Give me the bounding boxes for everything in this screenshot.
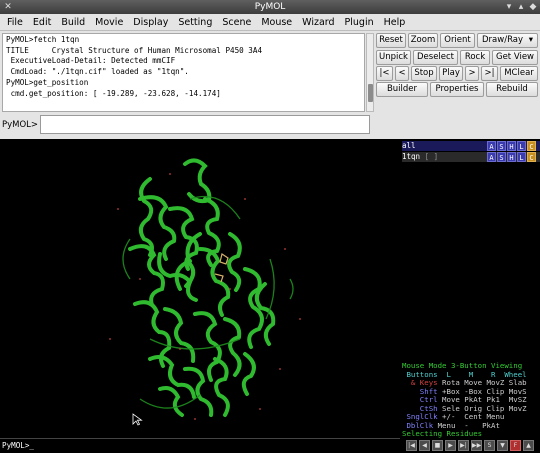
movie-last-icon[interactable]: ▶▶ bbox=[471, 440, 482, 451]
label-button[interactable]: L bbox=[517, 152, 526, 162]
console-line: cmd.get_position: [ -19.289, -23.628, -1… bbox=[6, 88, 221, 98]
rebuild-button[interactable]: Rebuild bbox=[486, 82, 538, 97]
console-line: PyMOL>fetch 1tqn bbox=[6, 35, 80, 44]
menu-mouse[interactable]: Mouse bbox=[256, 17, 297, 28]
molecule-viewer[interactable] bbox=[0, 139, 400, 438]
menu-build[interactable]: Build bbox=[56, 17, 90, 28]
object-panel: all A S H L C 1tqn [ ] A S H L C Mouse M… bbox=[400, 139, 540, 446]
object-state: [ ] bbox=[424, 152, 439, 161]
movie-extra-icon[interactable]: ▲ bbox=[523, 440, 534, 451]
console-scrollbar[interactable] bbox=[366, 33, 374, 112]
builder-button[interactable]: Builder bbox=[376, 82, 428, 97]
object-name: 1tqn bbox=[402, 152, 421, 161]
object-name: all bbox=[402, 141, 416, 150]
movie-stop-icon[interactable]: ■ bbox=[432, 440, 443, 451]
command-prompt-label: PyMOL> bbox=[2, 120, 39, 130]
rock-button[interactable]: Rock bbox=[460, 50, 490, 65]
console-line: CmdLoad: "./1tqn.cif" loaded as "1tqn". bbox=[6, 67, 189, 77]
get-view-button[interactable]: Get View bbox=[492, 50, 538, 65]
upper-panel: PyMOL>fetch 1tqn TITLE Crystal Structure … bbox=[0, 31, 540, 139]
movie-first-icon[interactable]: |◀ bbox=[406, 440, 417, 451]
movie-full-icon[interactable]: ▼ bbox=[497, 440, 508, 451]
object-row-all[interactable]: all A S H L C bbox=[402, 141, 540, 151]
forward-end-button[interactable]: >| bbox=[481, 66, 498, 81]
zoom-button[interactable]: Zoom bbox=[408, 33, 438, 48]
mouse-cursor-icon bbox=[132, 413, 143, 426]
step-forward-button[interactable]: > bbox=[465, 66, 479, 81]
movie-next-icon[interactable]: ▶| bbox=[458, 440, 469, 451]
output-console: PyMOL>fetch 1tqn TITLE Crystal Structure … bbox=[2, 33, 365, 112]
rewind-button[interactable]: |< bbox=[376, 66, 393, 81]
hide-button[interactable]: H bbox=[507, 141, 516, 151]
window-menu-icon[interactable]: ✕ bbox=[3, 2, 13, 12]
color-button[interactable]: C bbox=[527, 141, 536, 151]
color-button[interactable]: C bbox=[527, 152, 536, 162]
draw-ray-label: Draw/Ray bbox=[482, 35, 524, 45]
menu-edit[interactable]: Edit bbox=[28, 17, 56, 28]
stop-button[interactable]: Stop bbox=[411, 66, 437, 81]
menu-file[interactable]: File bbox=[2, 17, 28, 28]
orient-button[interactable]: Orient bbox=[440, 33, 475, 48]
menu-help[interactable]: Help bbox=[379, 17, 411, 28]
movie-prev-icon[interactable]: ◀ bbox=[419, 440, 430, 451]
console-line: TITLE Crystal Structure of Human Microso… bbox=[6, 45, 263, 55]
title-bar: ✕ PyMOL ▾ ▴ ◆ bbox=[0, 0, 540, 14]
mouse-mode-info: Mouse Mode 3-Button Viewing Buttons L M … bbox=[402, 362, 540, 447]
draw-ray-button[interactable]: Draw/Ray ▾ bbox=[477, 33, 538, 48]
protein-cartoon bbox=[109, 158, 301, 426]
bottom-command-line[interactable]: PyMOL>_ bbox=[0, 438, 400, 453]
play-button[interactable]: Play bbox=[439, 66, 463, 81]
object-row-1tqn[interactable]: 1tqn [ ] A S H L C bbox=[402, 152, 540, 162]
unpick-button[interactable]: Unpick bbox=[376, 50, 411, 65]
menu-bar: File Edit Build Movie Display Setting Sc… bbox=[0, 14, 540, 31]
menu-wizard[interactable]: Wizard bbox=[297, 17, 339, 28]
chevron-down-icon: ▾ bbox=[528, 35, 533, 45]
minimize-icon[interactable]: ▾ bbox=[504, 2, 514, 12]
action-button[interactable]: A bbox=[487, 141, 496, 151]
menu-movie[interactable]: Movie bbox=[90, 17, 128, 28]
step-back-button[interactable]: < bbox=[395, 66, 409, 81]
menu-display[interactable]: Display bbox=[128, 17, 173, 28]
reset-button[interactable]: Reset bbox=[376, 33, 406, 48]
hide-button[interactable]: H bbox=[507, 152, 516, 162]
command-input[interactable] bbox=[40, 115, 370, 134]
deselect-button[interactable]: Deselect bbox=[413, 50, 458, 65]
console-line: ExecutiveLoad-Detail: Detected mmCIF bbox=[6, 56, 176, 66]
show-button[interactable]: S bbox=[497, 141, 506, 151]
close-icon[interactable]: ◆ bbox=[528, 2, 538, 12]
label-button[interactable]: L bbox=[517, 141, 526, 151]
movie-controls: |◀ ◀ ■ ▶ ▶| ▶▶ S ▼ F ▲ bbox=[402, 438, 540, 453]
movie-play-icon[interactable]: ▶ bbox=[445, 440, 456, 451]
show-button[interactable]: S bbox=[497, 152, 506, 162]
window-title: PyMOL bbox=[254, 2, 286, 12]
menu-scene[interactable]: Scene bbox=[217, 17, 256, 28]
movie-flag-icon[interactable]: F bbox=[510, 440, 521, 451]
mclear-button[interactable]: MClear bbox=[500, 66, 538, 81]
menu-setting[interactable]: Setting bbox=[173, 17, 217, 28]
scrollbar-thumb[interactable] bbox=[368, 84, 373, 102]
properties-button[interactable]: Properties bbox=[430, 82, 484, 97]
action-button[interactable]: A bbox=[487, 152, 496, 162]
movie-scene-icon[interactable]: S bbox=[484, 440, 495, 451]
maximize-icon[interactable]: ▴ bbox=[516, 2, 526, 12]
menu-plugin[interactable]: Plugin bbox=[340, 17, 379, 28]
console-line: PyMOL>get_position bbox=[6, 77, 89, 87]
